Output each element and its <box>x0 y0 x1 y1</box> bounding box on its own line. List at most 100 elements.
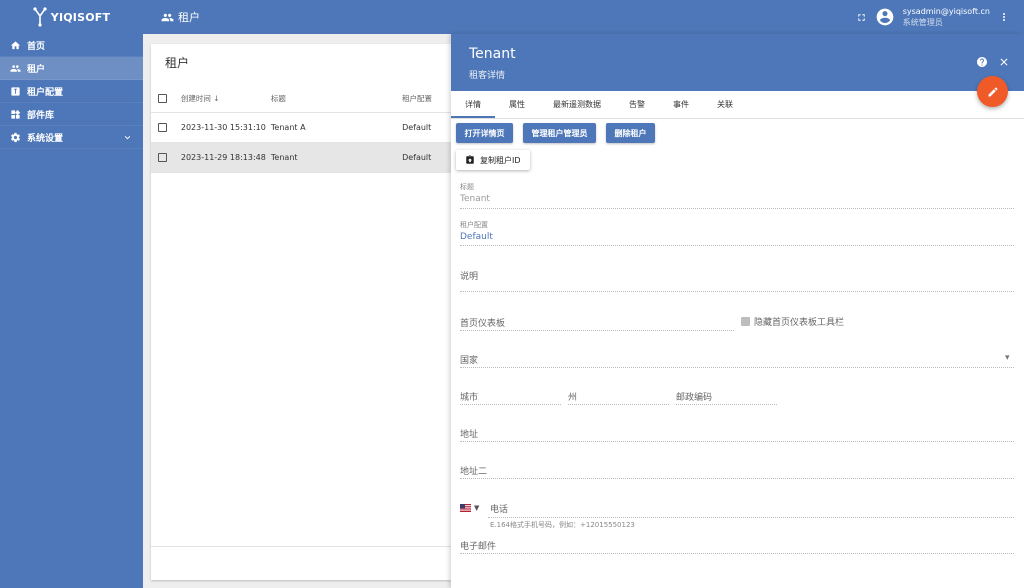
row-checkbox[interactable] <box>158 123 167 132</box>
table-row[interactable]: 2023-11-29 18:13:48 Tenant Default <box>151 143 451 173</box>
logo-icon <box>33 7 47 27</box>
delete-tenant-button[interactable]: 删除租户 <box>606 123 655 143</box>
sidebar-item-home[interactable]: 首页 <box>0 34 143 57</box>
table-row[interactable]: 2023-11-30 15:31:10 Tenant A Default <box>151 113 451 143</box>
title-label: 标题 <box>460 183 474 191</box>
help-icon[interactable] <box>976 56 988 68</box>
more-vert-icon[interactable] <box>998 11 1010 23</box>
city-label: 城市 <box>460 393 479 403</box>
phone-hint: E.164格式手机号码，例如：+12015550123 <box>490 521 635 529</box>
profile-field[interactable] <box>460 245 1014 246</box>
title-field[interactable] <box>460 208 1014 209</box>
city-field[interactable] <box>460 404 561 405</box>
tab-attributes[interactable]: 属性 <box>495 91 539 118</box>
tab-alarms[interactable]: 告警 <box>615 91 659 118</box>
copy-id-label: 复制租户ID <box>480 155 521 165</box>
state-label: 州 <box>568 393 578 403</box>
column-title[interactable]: 标题 <box>271 93 402 104</box>
dropdown-arrow-icon[interactable]: ▾ <box>1005 353 1010 363</box>
zip-field[interactable] <box>676 404 777 405</box>
tab-details[interactable]: 详情 <box>451 91 495 118</box>
hide-toolbar-checkbox[interactable] <box>741 317 750 326</box>
phone-field[interactable] <box>488 517 1014 518</box>
column-profile[interactable]: 租户配置 <box>402 93 451 104</box>
zip-label: 邮政编码 <box>676 393 713 403</box>
description-field[interactable] <box>460 291 1014 292</box>
home-icon <box>10 40 21 49</box>
cell-title: Tenant A <box>270 123 306 132</box>
fullscreen-icon[interactable] <box>856 12 867 23</box>
sidebar-item-settings[interactable]: 系统设置 <box>0 126 143 149</box>
caret-down-icon: ▼ <box>474 504 480 512</box>
cell-created: 2023-11-30 15:31:10 <box>180 123 266 132</box>
country-select[interactable] <box>460 367 1014 368</box>
user-info[interactable]: sysadmin@yiqisoft.cn 系统管理员 <box>903 6 990 28</box>
page-title: 租户 <box>161 9 200 25</box>
sidebar-item-label: 系统设置 <box>27 133 64 144</box>
detail-subtitle: 租客详情 <box>469 71 506 81</box>
brand-name: YIQISOFT <box>50 10 111 24</box>
user-email: sysadmin@yiqisoft.cn <box>902 7 990 16</box>
country-label: 国家 <box>460 356 479 366</box>
sidebar-item-label: 首页 <box>27 41 46 52</box>
open-details-button[interactable]: 打开详情页 <box>456 123 513 143</box>
pencil-icon <box>988 87 997 96</box>
us-flag-icon <box>460 504 471 512</box>
profile-value[interactable]: Default <box>460 232 493 242</box>
arrow-down-icon: ↓ <box>213 93 220 103</box>
cell-profile: Default <box>402 153 432 162</box>
table-footer <box>151 546 451 580</box>
clipboard-icon <box>466 155 474 164</box>
home-dashboard-label: 首页仪表板 <box>460 319 506 329</box>
widgets-icon <box>11 109 21 119</box>
column-created-time[interactable]: 创建时间 ↓ <box>181 93 271 104</box>
detail-header: Tenant 租客详情 <box>451 34 1024 91</box>
sidebar-item-tenant-profiles[interactable]: 租户配置 <box>0 80 143 103</box>
sidebar-item-label: 部件库 <box>27 110 55 121</box>
row-checkbox[interactable] <box>158 153 167 162</box>
tenants-table-card: 租户 创建时间 ↓ 标题 租户配置 2023-11-30 15:31:10 Te… <box>151 44 451 580</box>
sidebar-item-label: 租户 <box>27 64 46 75</box>
email-field[interactable] <box>460 553 1014 554</box>
settings-icon <box>11 132 21 142</box>
phone-label: 电话 <box>490 505 509 515</box>
profile-label: 租户配置 <box>460 221 488 229</box>
tab-telemetry[interactable]: 最新遥测数据 <box>539 91 615 118</box>
address-field[interactable] <box>460 441 1014 442</box>
tenants-icon <box>161 13 174 21</box>
select-all-checkbox[interactable] <box>158 93 167 103</box>
home-dashboard-field[interactable] <box>460 330 734 331</box>
detail-tabs: 详情 属性 最新遥测数据 告警 事件 关联 <box>451 91 1024 119</box>
table-header: 创建时间 ↓ 标题 租户配置 <box>151 84 451 113</box>
sidebar: YIQISOFT 首页 租户 租户配置 部件库 系统设置 <box>0 0 143 588</box>
tab-events[interactable]: 事件 <box>659 91 703 118</box>
page-title-text: 租户 <box>178 11 200 24</box>
cell-created: 2023-11-29 18:13:48 <box>180 153 266 162</box>
account-circle-icon[interactable] <box>875 7 895 27</box>
close-icon[interactable] <box>998 56 1010 68</box>
tab-relations[interactable]: 关联 <box>703 91 747 118</box>
detail-title: Tenant <box>469 46 516 62</box>
edit-button[interactable] <box>977 76 1008 107</box>
state-field[interactable] <box>568 404 669 405</box>
cell-title: Tenant <box>270 153 298 162</box>
top-bar: 租户 sysadmin@yiqisoft.cn 系统管理员 <box>143 0 1024 34</box>
address-label: 地址 <box>460 430 479 440</box>
sidebar-item-tenants[interactable]: 租户 <box>0 57 143 80</box>
cell-profile: Default <box>402 123 432 132</box>
country-code-selector[interactable]: ▼ <box>460 504 479 512</box>
tenant-profile-icon <box>11 86 20 96</box>
manage-admins-button[interactable]: 管理租户管理员 <box>523 123 596 143</box>
brand-logo[interactable]: YIQISOFT <box>0 0 143 34</box>
chevron-down-icon[interactable] <box>122 132 133 143</box>
copy-id-button[interactable]: 复制租户ID <box>456 150 530 170</box>
title-value: Tenant <box>460 194 490 204</box>
sidebar-item-label: 租户配置 <box>27 87 64 98</box>
address2-field[interactable] <box>460 478 1014 479</box>
user-role: 系统管理员 <box>902 18 943 27</box>
address2-label: 地址二 <box>460 467 488 477</box>
sidebar-item-widgets[interactable]: 部件库 <box>0 103 143 126</box>
table-title: 租户 <box>165 56 190 70</box>
email-label: 电子邮件 <box>460 542 497 552</box>
tenant-detail-panel: Tenant 租客详情 详情 属性 最新遥测数据 告警 事件 关联 打开详情页 … <box>451 34 1024 588</box>
